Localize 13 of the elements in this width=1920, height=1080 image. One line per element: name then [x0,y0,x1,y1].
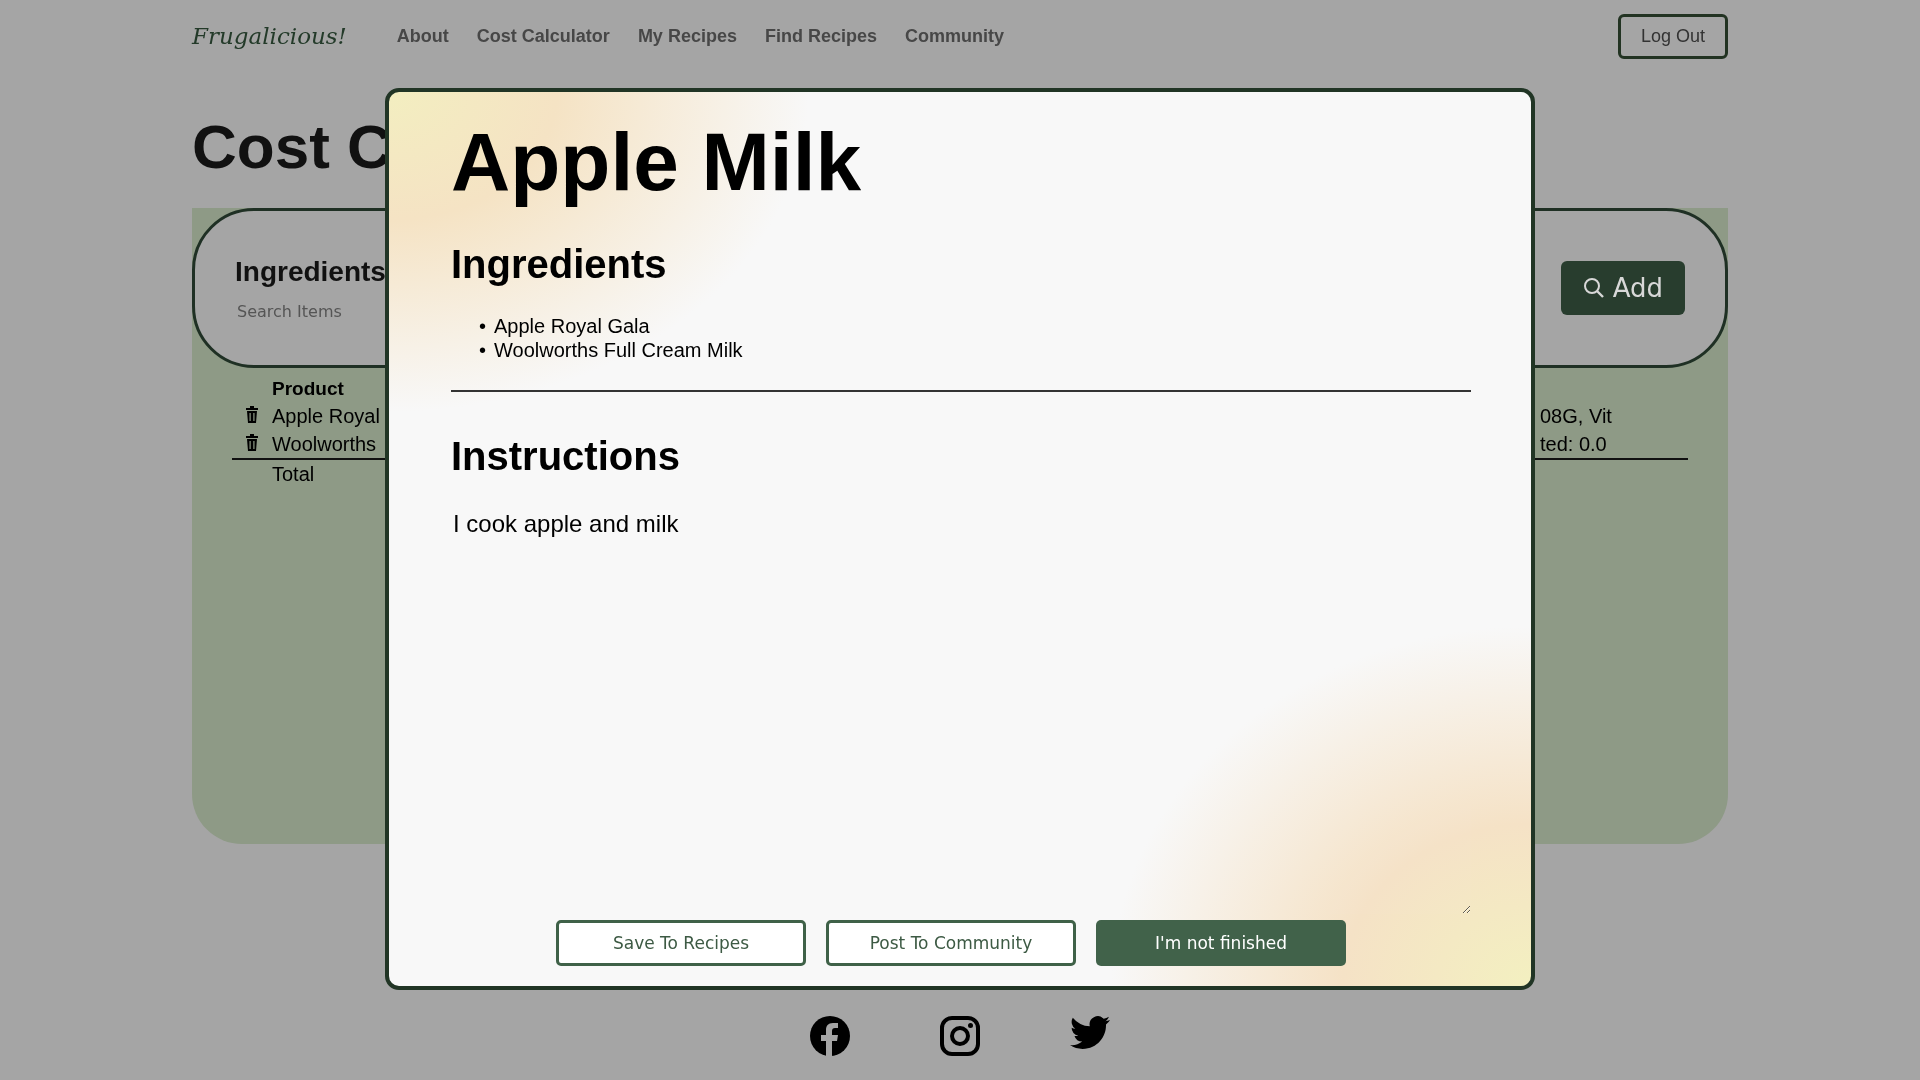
ingredient-item: Apple Royal Gala [494,314,650,338]
table-cell-text: Apple Royal [272,403,380,429]
table-cell: ted: 0.0 [1540,430,1688,459]
ingredient-item: Woolworths Full Cream Milk [494,338,743,362]
bullet-mark: • [479,314,486,338]
bullet-mark: • [479,338,486,362]
column-header: Product [272,377,345,401]
table-cell-text: 08G, Vit [1540,403,1613,429]
section-heading: Instructions [451,433,681,480]
recipe-title: Apple Milk [451,115,863,209]
section-heading: Ingredients [451,241,668,288]
table-cell: Woolworths [272,430,380,459]
table-cell: Total [272,459,380,488]
